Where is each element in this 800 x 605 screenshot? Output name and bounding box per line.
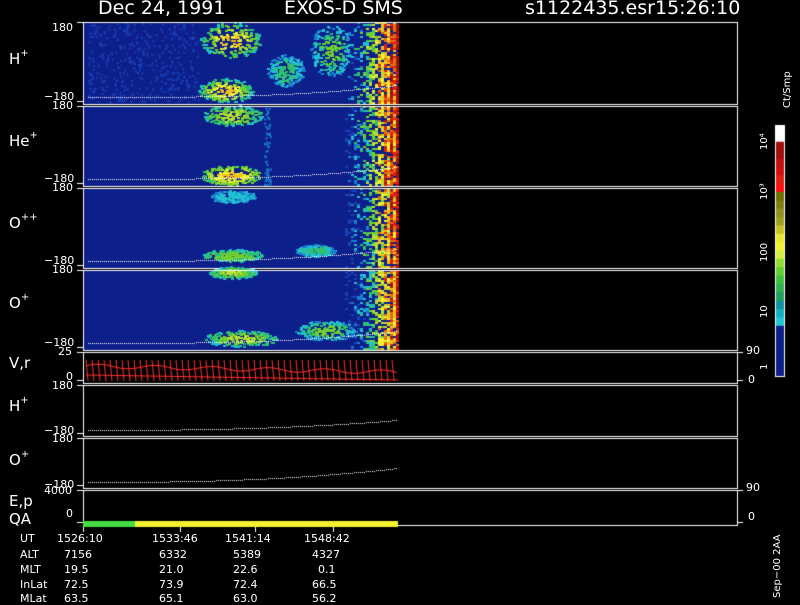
footer-mlat-name: MLat (20, 592, 47, 605)
panel-label-he-plus: He+ (9, 130, 38, 150)
panel-label-ep: E,p (9, 492, 33, 510)
vr-right-top: 90 (746, 344, 760, 357)
footer-mlt-1: 19.5 (64, 563, 89, 576)
footer-mlat-2: 65.1 (159, 592, 184, 605)
vr-ymax: 25 (58, 345, 72, 358)
footer-mlt-4: 0.1 (318, 563, 336, 576)
panel-label-o-plus-line: O+ (9, 449, 30, 469)
footer-alt-1: 7156 (64, 548, 92, 561)
colorbar-tick-10: 10 (759, 305, 770, 318)
panel-label-h-plus: H+ (9, 48, 29, 68)
panel1-ymax: 180 (52, 21, 73, 34)
line2-ymax: 180 (52, 432, 73, 445)
ep-ymax: 4000 (44, 484, 72, 497)
plot-date: Dec 24, 1991 (98, 0, 226, 19)
colorbar-tick-1: 1 (759, 363, 770, 370)
footer-inlat-3: 72.4 (233, 578, 258, 591)
ep-right-top: 90 (746, 481, 760, 494)
ep-right-bottom: 0 (748, 510, 755, 523)
panel-label-o-plus-plus: O++ (9, 212, 38, 232)
panel-label-o-plus: O+ (9, 292, 30, 312)
footer-mlt-2: 21.0 (159, 563, 184, 576)
file-name: s1122435.esr (525, 0, 655, 19)
spectrogram-canvas (0, 0, 800, 600)
plot-time: 15:26:10 (655, 0, 741, 19)
footer-ut-2: 1533:46 (152, 532, 198, 545)
vr-right-bottom: 0 (748, 373, 755, 386)
ep-ymin: 0 (66, 507, 73, 520)
footer-mlat-3: 63.0 (233, 592, 258, 605)
footer-mlt-name: MLT (20, 563, 41, 576)
footer-mlat-1: 63.5 (64, 592, 89, 605)
footer-ut-1: 1526:10 (57, 532, 103, 545)
footer-alt-3: 5389 (233, 548, 261, 561)
footer-alt-name: ALT (20, 548, 39, 561)
plot-stamp: Sep−00 2AA (772, 534, 783, 598)
instrument-title: EXOS-D SMS (284, 0, 403, 19)
panel-label-h-plus-line: H+ (9, 395, 29, 415)
panel3-ymax: 180 (52, 181, 73, 194)
colorbar-tick-10000: 10⁴ (759, 133, 770, 150)
panel4-ymax: 180 (52, 263, 73, 276)
footer-inlat-name: InLat (20, 578, 48, 591)
footer-inlat-4: 66.5 (312, 578, 337, 591)
footer-alt-4: 4327 (312, 548, 340, 561)
line1-ymax: 180 (52, 379, 73, 392)
footer-ut-3: 1541:14 (225, 532, 271, 545)
footer-mlat-4: 56.2 (312, 592, 337, 605)
panel2-ymax: 180 (52, 99, 73, 112)
panel-label-qa: QA (9, 510, 32, 528)
panel-label-vr: V,r (9, 354, 31, 372)
footer-alt-2: 6332 (159, 548, 187, 561)
footer-mlt-3: 22.6 (233, 563, 258, 576)
footer-ut-name: UT (20, 532, 35, 545)
colorbar-tick-1000: 10³ (759, 183, 770, 200)
colorbar-unit: Ct/Smp (782, 71, 793, 108)
footer-inlat-1: 72.5 (64, 578, 89, 591)
colorbar-tick-100: 100 (759, 242, 770, 262)
footer-ut-4: 1548:42 (304, 532, 350, 545)
footer-inlat-2: 73.9 (159, 578, 184, 591)
